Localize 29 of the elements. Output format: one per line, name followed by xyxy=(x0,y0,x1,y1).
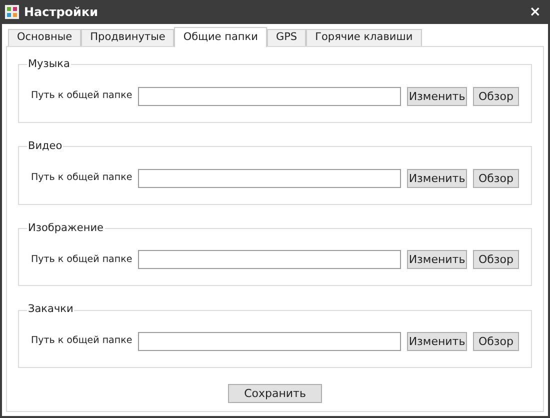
tab[interactable]: Горячие клавиши xyxy=(306,29,422,46)
tab[interactable]: Продвинутые xyxy=(81,29,174,46)
field-label: Путь к общей папке xyxy=(31,334,132,348)
tab[interactable]: GPS xyxy=(266,29,306,46)
change-button[interactable]: Изменить xyxy=(407,332,467,351)
group-title: Изображение xyxy=(27,220,105,236)
change-button[interactable]: Изменить xyxy=(407,250,467,270)
group-title: Музыка xyxy=(27,57,71,72)
tab[interactable]: Основные xyxy=(8,29,82,46)
browse-button[interactable]: Обзор xyxy=(473,168,519,188)
browse-button[interactable]: Обзор xyxy=(473,86,519,106)
browse-button[interactable]: Обзор xyxy=(473,332,519,351)
folder-path-field[interactable] xyxy=(138,86,401,106)
field-label: Путь к общей папке xyxy=(31,252,132,267)
close-button[interactable]: × xyxy=(525,5,545,19)
group-title: Видео xyxy=(27,138,64,154)
window-title: Настройки xyxy=(24,4,98,21)
folder-path-field[interactable] xyxy=(138,332,401,351)
tab[interactable]: Общие папки xyxy=(174,27,267,47)
field-label: Путь к общей папке xyxy=(31,170,132,185)
folder-path-field[interactable] xyxy=(138,250,401,270)
change-button[interactable]: Изменить xyxy=(407,86,467,106)
save-button[interactable]: Сохранить xyxy=(228,384,322,403)
folder-path-field[interactable] xyxy=(138,168,401,188)
field-label: Путь к общей папке xyxy=(31,89,132,104)
change-button[interactable]: Изменить xyxy=(407,168,467,188)
group-title: Закачки xyxy=(27,302,74,318)
browse-button[interactable]: Обзор xyxy=(473,250,519,270)
app-logo-icon xyxy=(5,5,19,19)
